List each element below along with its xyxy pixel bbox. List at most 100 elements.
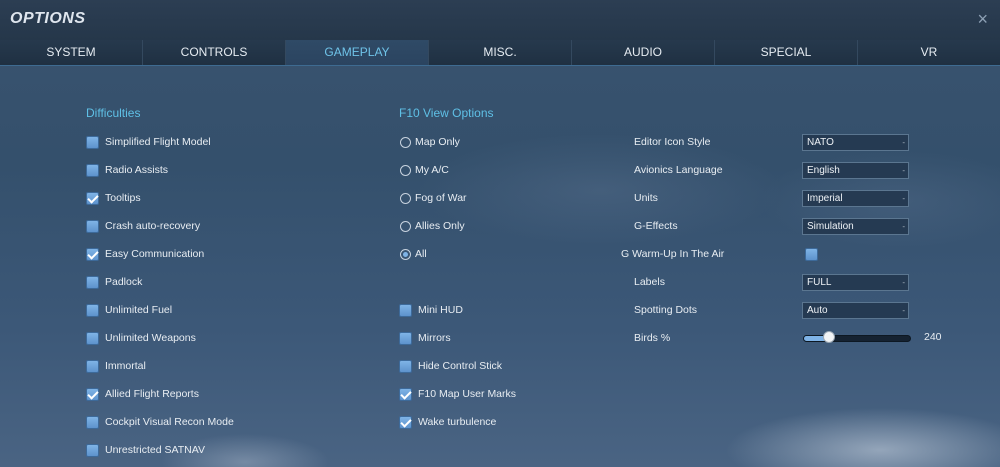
radio-label: Map Only xyxy=(415,136,460,148)
radio-label: Allies Only xyxy=(415,220,465,232)
radio-button[interactable] xyxy=(400,136,411,148)
birds-slider-handle[interactable] xyxy=(822,331,835,343)
checkbox[interactable] xyxy=(86,191,99,205)
dropdown-arrow-icon: - xyxy=(902,166,905,175)
window-title: OPTIONS xyxy=(10,10,86,27)
option-wake-turbulence[interactable]: Wake turbulence xyxy=(399,414,496,430)
option-label: Allied Flight Reports xyxy=(105,388,199,400)
tab-vr[interactable]: VR xyxy=(858,40,1000,65)
option-simplified-flight-model[interactable]: Simplified Flight Model xyxy=(86,134,211,150)
birds-label: Birds % xyxy=(634,332,671,344)
option-unlimited-weapons[interactable]: Unlimited Weapons xyxy=(86,330,196,346)
radio-allies-only[interactable]: Allies Only xyxy=(400,218,465,234)
option-easy-communication[interactable]: Easy Communication xyxy=(86,246,204,262)
radio-my-ac[interactable]: My A/C xyxy=(400,162,449,178)
tab-gameplay[interactable]: GAMEPLAY xyxy=(286,40,429,65)
select-value: NATO xyxy=(807,137,834,148)
checkbox[interactable] xyxy=(86,359,99,373)
checkbox[interactable] xyxy=(86,135,99,149)
option-label: Radio Assists xyxy=(105,164,169,176)
radio-map-only[interactable]: Map Only xyxy=(400,134,460,150)
labels-label: Labels xyxy=(634,276,665,288)
dropdown-arrow-icon: - xyxy=(902,194,905,203)
checkbox[interactable] xyxy=(399,359,412,373)
tab-audio[interactable]: AUDIO xyxy=(572,40,715,65)
option-label: Tooltips xyxy=(105,192,141,204)
g-warmup-checkbox[interactable] xyxy=(805,248,818,261)
avionics-language-label: Avionics Language xyxy=(634,164,723,176)
option-mirrors[interactable]: Mirrors xyxy=(399,330,451,346)
tab-controls[interactable]: CONTROLS xyxy=(143,40,286,65)
avionics-language-select[interactable]: English - xyxy=(802,162,909,179)
checkbox[interactable] xyxy=(86,443,99,457)
select-value: FULL xyxy=(807,277,832,288)
option-tooltips[interactable]: Tooltips xyxy=(86,190,141,206)
difficulties-title: Difficulties xyxy=(86,106,141,120)
dropdown-arrow-icon: - xyxy=(902,222,905,231)
checkbox[interactable] xyxy=(399,415,412,429)
tab-misc[interactable]: MISC. xyxy=(429,40,572,65)
birds-slider-track[interactable] xyxy=(803,335,911,342)
option-label: Hide Control Stick xyxy=(418,360,503,372)
select-value: English xyxy=(807,165,840,176)
labels-select[interactable]: FULL - xyxy=(802,274,909,291)
g-effects-label: G-Effects xyxy=(634,220,678,232)
tab-special[interactable]: SPECIAL xyxy=(715,40,858,65)
radio-button[interactable] xyxy=(400,248,411,260)
radio-button[interactable] xyxy=(400,220,411,232)
option-label: Easy Communication xyxy=(105,248,205,260)
option-unrestricted-satnav[interactable]: Unrestricted SATNAV xyxy=(86,442,205,458)
option-allied-flight-reports[interactable]: Allied Flight Reports xyxy=(86,386,199,402)
option-label: Padlock xyxy=(105,276,143,288)
radio-fog-of-war[interactable]: Fog of War xyxy=(400,190,467,206)
radio-button[interactable] xyxy=(400,164,411,176)
checkbox[interactable] xyxy=(86,219,99,233)
option-padlock[interactable]: Padlock xyxy=(86,274,142,290)
option-radio-assists[interactable]: Radio Assists xyxy=(86,162,168,178)
option-immortal[interactable]: Immortal xyxy=(86,358,146,374)
editor-icon-style-select[interactable]: NATO - xyxy=(802,134,909,151)
tab-system[interactable]: SYSTEM xyxy=(0,40,143,65)
option-hide-control-stick[interactable]: Hide Control Stick xyxy=(399,358,502,374)
checkbox[interactable] xyxy=(86,387,99,401)
tab-bar: SYSTEM CONTROLS GAMEPLAY MISC. AUDIO SPE… xyxy=(0,40,1000,66)
option-label: Mini HUD xyxy=(418,304,463,316)
radio-label: All xyxy=(415,248,427,260)
radio-all[interactable]: All xyxy=(400,246,427,262)
select-value: Auto xyxy=(807,305,828,316)
option-f10-map-user-marks[interactable]: F10 Map User Marks xyxy=(399,386,516,402)
checkbox[interactable] xyxy=(86,247,99,261)
option-label: Mirrors xyxy=(418,332,451,344)
units-label: Units xyxy=(634,192,658,204)
f10-view-options-title: F10 View Options xyxy=(399,106,494,120)
option-label: Unrestricted SATNAV xyxy=(105,444,205,456)
checkbox[interactable] xyxy=(86,415,99,429)
units-select[interactable]: Imperial - xyxy=(802,190,909,207)
close-icon[interactable]: × xyxy=(977,9,988,30)
select-value: Imperial xyxy=(807,193,843,204)
option-label: Crash auto-recovery xyxy=(105,220,201,232)
g-effects-select[interactable]: Simulation - xyxy=(802,218,909,235)
checkbox[interactable] xyxy=(399,387,412,401)
editor-icon-style-label: Editor Icon Style xyxy=(634,136,711,148)
spotting-dots-select[interactable]: Auto - xyxy=(802,302,909,319)
option-label: Cockpit Visual Recon Mode xyxy=(105,416,234,428)
spotting-dots-label: Spotting Dots xyxy=(634,304,698,316)
checkbox[interactable] xyxy=(399,303,412,317)
option-crash-auto-recovery[interactable]: Crash auto-recovery xyxy=(86,218,200,234)
checkbox[interactable] xyxy=(399,331,412,345)
option-label: F10 Map User Marks xyxy=(418,388,517,400)
dropdown-arrow-icon: - xyxy=(902,306,905,315)
checkbox[interactable] xyxy=(86,331,99,345)
radio-button[interactable] xyxy=(400,192,411,204)
select-value: Simulation xyxy=(807,221,854,232)
checkbox[interactable] xyxy=(86,275,99,289)
radio-label: My A/C xyxy=(415,164,449,176)
option-cockpit-visual-recon-mode[interactable]: Cockpit Visual Recon Mode xyxy=(86,414,234,430)
title-bar: OPTIONS × xyxy=(0,0,1000,41)
radio-label: Fog of War xyxy=(415,192,467,204)
checkbox[interactable] xyxy=(86,163,99,177)
option-mini-hud[interactable]: Mini HUD xyxy=(399,302,463,318)
checkbox[interactable] xyxy=(86,303,99,317)
option-unlimited-fuel[interactable]: Unlimited Fuel xyxy=(86,302,172,318)
